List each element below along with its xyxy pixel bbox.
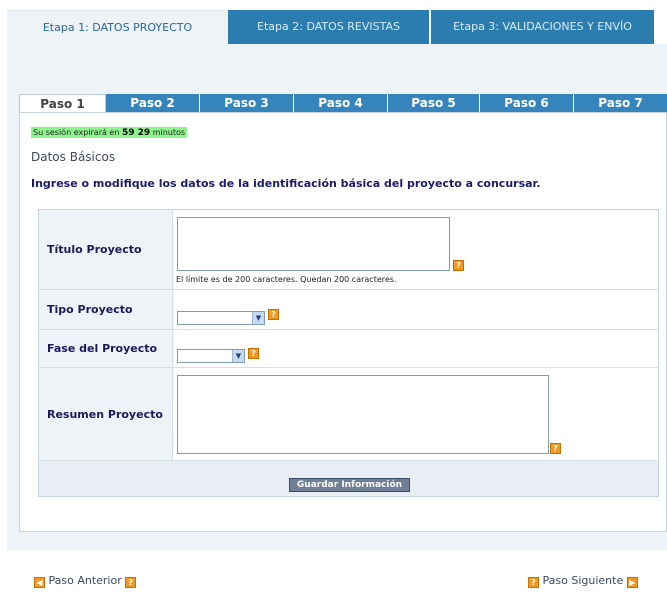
resumen-label: Resumen Proyecto bbox=[39, 368, 173, 460]
help-icon[interactable]: ? bbox=[453, 260, 464, 271]
row-tipo: Tipo Proyecto ▼ ? bbox=[39, 290, 658, 330]
resumen-textarea[interactable] bbox=[177, 375, 549, 454]
titulo-textarea[interactable] bbox=[177, 217, 450, 271]
tab-step-6[interactable]: Paso 6 bbox=[480, 94, 574, 112]
section-title: Datos Básicos bbox=[31, 150, 116, 164]
tab-step-2[interactable]: Paso 2 bbox=[106, 94, 200, 112]
session-timer: Su sesión expirará en 59 29 minutos bbox=[31, 127, 188, 138]
chevron-down-icon: ▼ bbox=[232, 350, 244, 362]
tab-step-5[interactable]: Paso 5 bbox=[388, 94, 480, 112]
help-icon[interactable]: ? bbox=[528, 577, 539, 588]
tipo-label: Tipo Proyecto bbox=[39, 290, 173, 329]
tipo-select[interactable]: ▼ bbox=[177, 311, 265, 325]
tab-step-1[interactable]: Paso 1 bbox=[19, 94, 106, 112]
chevron-down-icon: ▼ bbox=[252, 312, 264, 324]
project-form: Título Proyecto ? El límite es de 200 ca… bbox=[38, 209, 659, 497]
prev-step-link[interactable]: ◀ Paso Anterior ? bbox=[34, 574, 137, 588]
prev-step-label: Paso Anterior bbox=[48, 574, 122, 587]
help-icon[interactable]: ? bbox=[125, 577, 137, 588]
save-button[interactable]: Guardar Información bbox=[289, 478, 410, 492]
tab-stage-2[interactable]: Etapa 2: DATOS REVISTAS bbox=[228, 10, 431, 44]
row-titulo: Título Proyecto ? El límite es de 200 ca… bbox=[39, 210, 658, 290]
titulo-label: Título Proyecto bbox=[39, 210, 173, 289]
row-resumen: Resumen Proyecto ? bbox=[39, 368, 658, 461]
tab-stage-3[interactable]: Etapa 3: VALIDACIONES Y ENVÍO bbox=[431, 10, 654, 44]
session-suffix: minutos bbox=[152, 128, 186, 137]
help-icon[interactable]: ? bbox=[248, 348, 259, 359]
next-step-label: Paso Siguiente bbox=[542, 574, 624, 587]
next-step-link[interactable]: ? Paso Siguiente ▶ bbox=[528, 574, 638, 588]
tab-stage-1[interactable]: Etapa 1: DATOS PROYECTO bbox=[7, 10, 228, 44]
session-prefix: Su sesión expirará en bbox=[33, 128, 120, 137]
arrow-right-icon: ▶ bbox=[626, 577, 638, 588]
step-tabs: Paso 1 Paso 2 Paso 3 Paso 4 Paso 5 Paso … bbox=[19, 94, 667, 112]
tab-step-3[interactable]: Paso 3 bbox=[200, 94, 294, 112]
stage-strip bbox=[7, 44, 667, 60]
row-fase: Fase del Proyecto ▼ ? bbox=[39, 330, 658, 368]
fase-label: Fase del Proyecto bbox=[39, 330, 173, 367]
intro-text: Ingrese o modifique los datos de la iden… bbox=[31, 177, 541, 190]
arrow-left-icon: ◀ bbox=[34, 577, 45, 588]
char-limit-text: El límite es de 200 caracteres. Quedan 2… bbox=[176, 275, 397, 284]
fase-select[interactable]: ▼ bbox=[177, 349, 245, 363]
tab-step-7[interactable]: Paso 7 bbox=[574, 94, 667, 112]
tab-step-4[interactable]: Paso 4 bbox=[294, 94, 388, 112]
session-time: 59 29 bbox=[121, 128, 151, 138]
help-icon[interactable]: ? bbox=[268, 309, 279, 320]
help-icon[interactable]: ? bbox=[550, 443, 561, 454]
form-actions: Guardar Información bbox=[39, 461, 658, 496]
